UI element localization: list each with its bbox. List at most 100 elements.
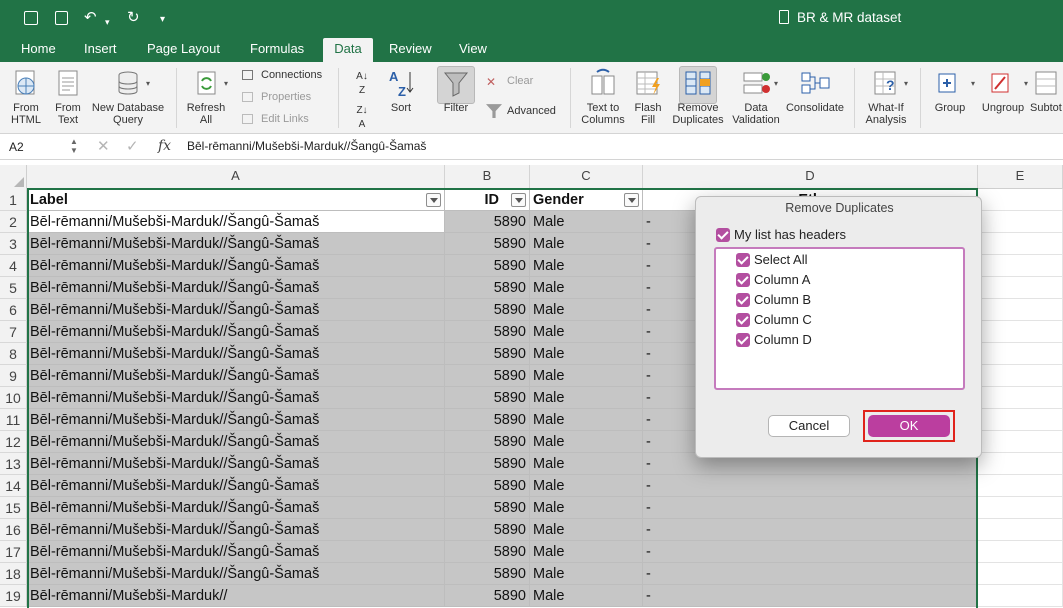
filter-dropdown-icon[interactable] [511, 193, 526, 207]
e-cell[interactable] [978, 519, 1063, 541]
e-cell[interactable] [978, 563, 1063, 585]
gender-cell[interactable]: Male [530, 475, 643, 497]
tab-view[interactable]: View [452, 38, 494, 62]
e-cell[interactable] [978, 453, 1063, 475]
label-cell[interactable]: Bēl-rēmanni/Mušebši-Marduk//Šangû-Šamaš [27, 563, 445, 585]
column-header-c[interactable]: C [530, 165, 643, 189]
gender-cell[interactable]: Male [530, 541, 643, 563]
formula-input[interactable]: Bēl-rēmanni/Mušebši-Marduk//Šangû-Šamaš [187, 139, 426, 153]
row-number[interactable]: 8 [0, 343, 27, 365]
id-cell[interactable]: 5890 [445, 299, 530, 321]
e-cell[interactable] [978, 585, 1063, 607]
row-number[interactable]: 3 [0, 233, 27, 255]
gender-cell[interactable]: Male [530, 519, 643, 541]
advanced-button[interactable]: Advanced [486, 104, 556, 119]
id-cell[interactable]: 5890 [445, 541, 530, 563]
gender-cell[interactable]: Male [530, 255, 643, 277]
tab-review[interactable]: Review [382, 38, 439, 62]
d-cell[interactable]: - [643, 563, 978, 585]
e-cell[interactable] [978, 321, 1063, 343]
id-cell[interactable]: 5890 [445, 255, 530, 277]
e-cell[interactable] [978, 541, 1063, 563]
column-header-b[interactable]: B [445, 165, 530, 189]
label-cell[interactable]: Bēl-rēmanni/Mušebši-Marduk//Šangû-Šamaš [27, 387, 445, 409]
tab-formulas[interactable]: Formulas [243, 38, 311, 62]
confirm-edit-icon[interactable]: ✓ [126, 138, 139, 156]
what-if-analysis-button[interactable]: ? ▾ What-If Analysis [860, 68, 912, 126]
row-number[interactable]: 17 [0, 541, 27, 563]
consolidate-button[interactable]: Consolidate [783, 68, 847, 114]
row-number[interactable]: 7 [0, 321, 27, 343]
id-cell[interactable]: 5890 [445, 563, 530, 585]
ungroup-button[interactable]: ▾ Ungroup [978, 68, 1028, 114]
tab-page-layout[interactable]: Page Layout [140, 38, 227, 62]
name-box-stepper-icon[interactable]: ▲ ▼ [70, 137, 78, 155]
e-cell[interactable] [978, 475, 1063, 497]
column-a-checkbox[interactable] [736, 273, 750, 287]
gender-cell[interactable]: Male [530, 585, 643, 607]
column-d-checkbox[interactable] [736, 333, 750, 347]
gender-cell[interactable]: Male [530, 299, 643, 321]
select-all-checkbox[interactable] [736, 253, 750, 267]
cell-c1[interactable]: Gender [530, 189, 643, 211]
tab-insert[interactable]: Insert [77, 38, 124, 62]
has-headers-checkbox[interactable] [716, 228, 730, 242]
flash-fill-button[interactable]: Flash Fill [628, 68, 668, 126]
gender-cell[interactable]: Male [530, 233, 643, 255]
id-cell[interactable]: 5890 [445, 453, 530, 475]
row-number[interactable]: 9 [0, 365, 27, 387]
gender-cell[interactable]: Male [530, 365, 643, 387]
column-header-d[interactable]: D [643, 165, 978, 189]
id-cell[interactable]: 5890 [445, 497, 530, 519]
filter-dropdown-icon[interactable] [624, 193, 639, 207]
label-cell[interactable]: Bēl-rēmanni/Mušebši-Marduk//Šangû-Šamaš [27, 321, 445, 343]
gender-cell[interactable]: Male [530, 497, 643, 519]
new-database-query-button[interactable]: ▾ New Database Query [88, 68, 168, 126]
row-number[interactable]: 5 [0, 277, 27, 299]
d-cell[interactable]: - [643, 497, 978, 519]
gender-cell[interactable]: Male [530, 343, 643, 365]
e-cell[interactable] [978, 409, 1063, 431]
from-text-button[interactable]: From Text [46, 68, 90, 126]
row-number[interactable]: 15 [0, 497, 27, 519]
d-cell[interactable]: - [643, 519, 978, 541]
gender-cell[interactable]: Male [530, 321, 643, 343]
tab-home[interactable]: Home [14, 38, 63, 62]
sort-az-button[interactable]: A↓ Z Z↓ A [352, 70, 372, 132]
e-cell[interactable] [978, 233, 1063, 255]
tab-data[interactable]: Data [323, 38, 373, 62]
row-number[interactable]: 19 [0, 585, 27, 607]
e-cell[interactable] [978, 277, 1063, 299]
column-header-e[interactable]: E [978, 165, 1063, 189]
row-number[interactable]: 10 [0, 387, 27, 409]
column-header-a[interactable]: A [27, 165, 445, 189]
gender-cell[interactable]: Male [530, 277, 643, 299]
remove-duplicates-button[interactable]: Remove Duplicates [672, 68, 724, 126]
undo-icon[interactable]: ↶ [84, 8, 97, 28]
label-cell[interactable]: Bēl-rēmanni/Mušebši-Marduk//Šangû-Šamaš [27, 299, 445, 321]
cancel-button[interactable]: Cancel [768, 415, 850, 437]
id-cell[interactable]: 5890 [445, 321, 530, 343]
id-cell[interactable]: 5890 [445, 387, 530, 409]
gender-cell[interactable]: Male [530, 563, 643, 585]
label-cell[interactable]: Bēl-rēmanni/Mušebši-Marduk// [27, 585, 445, 607]
gender-cell[interactable]: Male [530, 431, 643, 453]
e-cell[interactable] [978, 299, 1063, 321]
customize-toolbar-icon[interactable]: ▾ [160, 10, 165, 30]
row-number[interactable]: 12 [0, 431, 27, 453]
filter-dropdown-icon[interactable] [426, 193, 441, 207]
id-cell[interactable]: 5890 [445, 233, 530, 255]
id-cell[interactable]: 5890 [445, 475, 530, 497]
label-cell[interactable]: Bēl-rēmanni/Mušebši-Marduk//Šangû-Šamaš [27, 409, 445, 431]
label-cell[interactable]: Bēl-rēmanni/Mušebši-Marduk//Šangû-Šamaš [27, 519, 445, 541]
label-cell[interactable]: Bēl-rēmanni/Mušebši-Marduk//Šangû-Šamaš [27, 365, 445, 387]
row-number[interactable]: 13 [0, 453, 27, 475]
label-cell[interactable]: Bēl-rēmanni/Mušebši-Marduk//Šangû-Šamaš [27, 431, 445, 453]
id-cell[interactable]: 5890 [445, 277, 530, 299]
refresh-all-button[interactable]: ▾ Refresh All [183, 68, 229, 126]
cell-e1[interactable] [978, 189, 1063, 211]
e-cell[interactable] [978, 365, 1063, 387]
from-html-button[interactable]: From HTML [4, 68, 48, 126]
e-cell[interactable] [978, 211, 1063, 233]
e-cell[interactable] [978, 387, 1063, 409]
